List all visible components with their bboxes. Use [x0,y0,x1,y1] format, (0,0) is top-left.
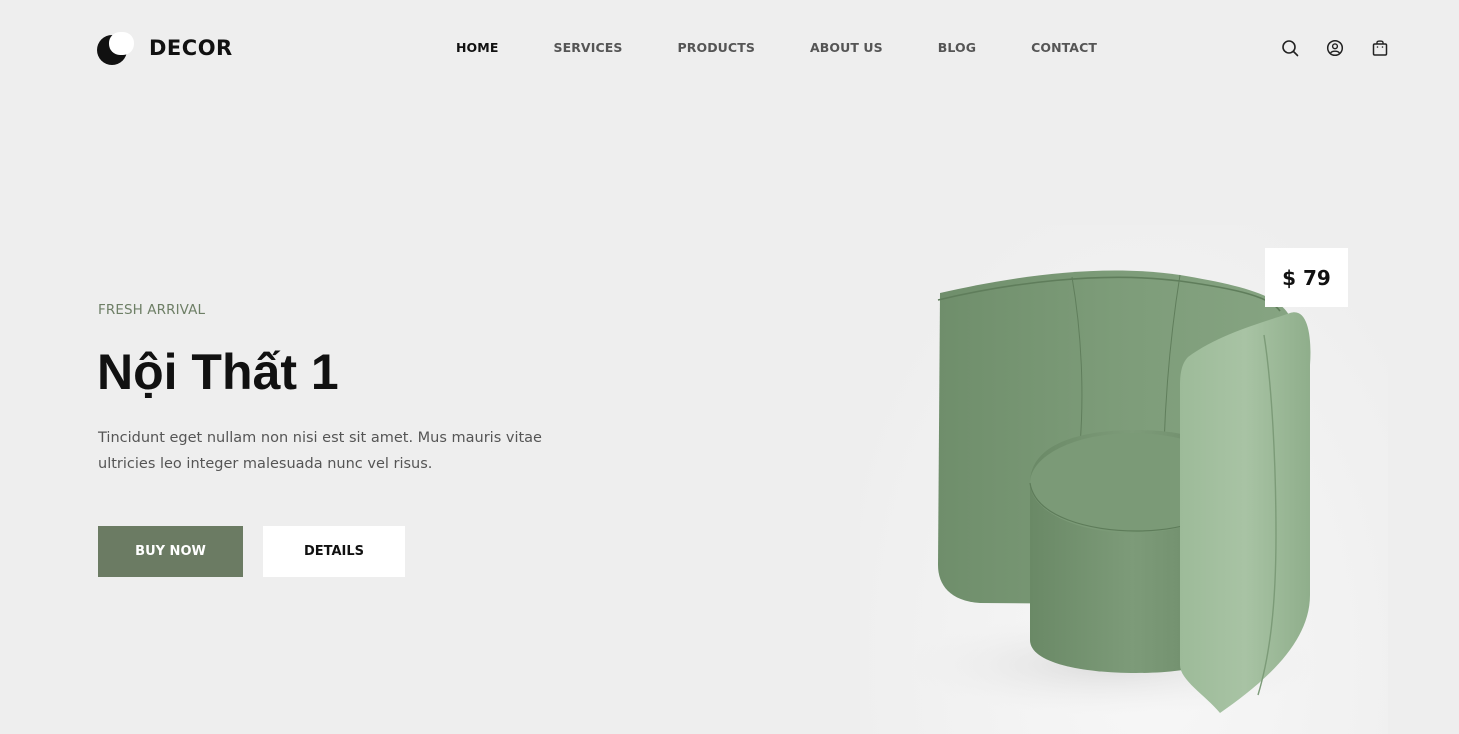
details-button[interactable]: DETAILS [263,526,405,577]
hero-description: Tincidunt eget nullam non nisi est sit a… [98,430,542,472]
nav-item-products[interactable]: PRODUCTS [677,40,754,55]
site-header: DECOR HOME SERVICES PRODUCTS ABOUT US BL… [0,0,1459,96]
page: DECOR HOME SERVICES PRODUCTS ABOUT US BL… [0,0,1459,734]
brand-name: DECOR [149,36,233,60]
price-tag: $ 79 [1265,248,1348,307]
search-icon[interactable] [1281,39,1299,57]
hero-eyebrow: FRESH ARRIVAL [98,302,206,318]
brand-logo[interactable]: DECOR [97,30,233,66]
user-icon[interactable] [1326,39,1344,57]
header-actions [1281,39,1389,57]
nav-item-about-us[interactable]: ABOUT US [810,40,883,55]
main-nav: HOME SERVICES PRODUCTS ABOUT US BLOG CON… [456,40,1097,55]
hero-title: Nội Thất 1 [97,344,339,400]
logo-icon [97,32,134,65]
buy-now-button[interactable]: BUY NOW [98,526,243,577]
nav-item-home[interactable]: HOME [456,40,498,55]
nav-item-contact[interactable]: CONTACT [1031,40,1097,55]
nav-item-services[interactable]: SERVICES [553,40,622,55]
nav-item-blog[interactable]: BLOG [938,40,976,55]
shopping-bag-icon[interactable] [1371,39,1389,57]
